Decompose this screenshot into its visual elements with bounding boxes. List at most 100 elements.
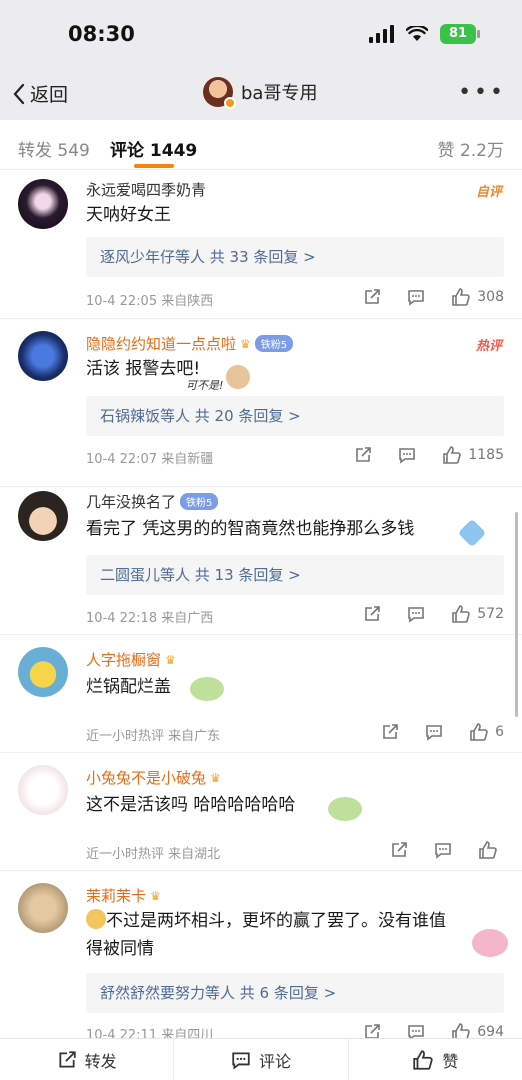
reply-summary-link[interactable]: 舒然舒然要努力等人 共 6 条回复 > xyxy=(86,973,504,1013)
like-button[interactable]: 308 xyxy=(451,287,504,307)
like-label: 赞 xyxy=(442,1051,459,1071)
hot-comment-tag: 热评 xyxy=(475,339,502,354)
comment-item: 茉莉茉卡 ♛ 不过是两坏相斗，更坏的赢了罢了。没有谁值 得被同情 舒然舒然要努力… xyxy=(0,871,522,1043)
username[interactable]: 隐隐约约知道一点点啦 ♛ 铁粉5 xyxy=(86,333,294,354)
share-button[interactable] xyxy=(363,605,381,623)
username[interactable]: 几年没换名了 铁粉5 xyxy=(86,491,219,512)
username[interactable]: 永远爱喝四季奶青 xyxy=(86,179,206,200)
doge-emoji xyxy=(86,909,106,929)
tab-like[interactable]: 赞 2.2万 xyxy=(438,136,504,161)
avatar[interactable] xyxy=(18,647,68,697)
repost-button[interactable]: 转发 xyxy=(0,1039,175,1080)
page-title: ba哥专用 xyxy=(241,83,318,104)
avatar[interactable] xyxy=(18,331,68,381)
comment-icon xyxy=(399,448,416,464)
reply-summary-link[interactable]: 逐风少年仔等人 共 33 条回复 > xyxy=(86,237,504,277)
crown-icon: ♛ xyxy=(150,888,161,903)
thumbs-up-icon xyxy=(479,841,497,859)
like-count: 572 xyxy=(477,606,504,622)
like-button[interactable]: 6 xyxy=(469,722,504,742)
crown-icon: ♛ xyxy=(240,336,251,351)
chevron-left-icon xyxy=(13,83,25,104)
reply-summary-link[interactable]: 二圆蛋儿等人 共 13 条回复 > xyxy=(86,555,504,595)
comment-item: 永远爱喝四季奶青 自评 天呐好女王 逐风少年仔等人 共 33 条回复 > 10-… xyxy=(0,171,522,319)
status-bar: 08:30 81 xyxy=(0,0,522,70)
share-button[interactable] xyxy=(381,723,399,741)
thumbs-up-icon xyxy=(470,723,488,741)
comment-text: 活该 报警去吧! xyxy=(86,359,201,379)
share-button[interactable] xyxy=(354,446,372,464)
comment-icon xyxy=(232,1051,250,1070)
comment-meta: 近一小时热评 来自广东 xyxy=(86,729,221,744)
comment-text: 烂锅配烂盖 xyxy=(86,677,171,697)
comment-actions: 572 xyxy=(363,604,504,624)
back-button[interactable]: 返回 xyxy=(12,80,68,107)
wifi-icon xyxy=(406,26,428,41)
tab-bar: 转发 549 评论 1449 赞 2.2万 xyxy=(0,120,522,170)
comment-text: 天呐好女王 xyxy=(86,205,171,225)
username[interactable]: 人字拖橱窗 ♛ xyxy=(86,649,176,670)
avatar[interactable] xyxy=(18,491,68,541)
comment-button[interactable]: 评论 xyxy=(174,1039,349,1080)
thumbs-up-icon xyxy=(452,605,471,623)
comment-actions xyxy=(390,840,504,860)
fan-badge: 铁粉5 xyxy=(254,335,294,352)
scrollbar[interactable] xyxy=(515,512,518,717)
avatar[interactable] xyxy=(18,765,68,815)
comment-text: 看完了 凭这男的的智商竟然也能挣那么多钱 xyxy=(86,519,415,539)
like-count: 308 xyxy=(477,289,504,305)
status-icons: 81 xyxy=(369,24,480,44)
self-comment-tag: 自评 xyxy=(475,185,502,200)
comment-item: 隐隐约约知道一点点啦 ♛ 铁粉5 热评 活该 报警去吧! 可不是! 石锅辣饭等人… xyxy=(0,319,522,487)
like-button[interactable]: 572 xyxy=(451,604,504,624)
comment-text: 这不是活该吗 哈哈哈哈哈哈 xyxy=(86,795,296,815)
avatar[interactable] xyxy=(18,883,68,933)
comment-meta: 近一小时热评 来自湖北 xyxy=(86,847,221,862)
share-button[interactable] xyxy=(363,288,381,306)
comment-label: 评论 xyxy=(258,1051,291,1071)
bottom-action-bar: 转发 评论 赞 xyxy=(0,1038,522,1080)
share-icon xyxy=(59,1050,76,1068)
share-icon xyxy=(365,606,381,621)
share-button[interactable] xyxy=(390,841,408,859)
username[interactable]: 茉莉茉卡 ♛ xyxy=(86,885,161,906)
comment-item: 人字拖橱窗 ♛ 烂锅配烂盖 近一小时热评 来自广东 6 xyxy=(0,635,522,753)
reply-button[interactable] xyxy=(425,723,443,741)
like-button[interactable]: 1185 xyxy=(442,445,504,465)
comment-icon xyxy=(408,290,425,306)
like-button[interactable] xyxy=(478,840,504,860)
thumbs-up-icon xyxy=(413,1049,433,1070)
like-count: 1185 xyxy=(468,447,504,463)
share-icon xyxy=(383,724,398,739)
reply-button[interactable] xyxy=(407,605,425,623)
repost-label: 转发 xyxy=(84,1051,117,1071)
comment-item: 几年没换名了 铁粉5 看完了 凭这男的的智商竟然也能挣那么多钱 二圆蛋儿等人 共… xyxy=(0,487,522,635)
more-options-icon[interactable]: ••• xyxy=(458,80,506,105)
avatar[interactable] xyxy=(18,179,68,229)
comment-actions: 1185 xyxy=(354,445,504,465)
sticker-caption: 可不是! xyxy=(186,379,224,392)
verified-badge-icon xyxy=(224,97,236,109)
tab-repost[interactable]: 转发 549 xyxy=(18,136,90,161)
reply-button[interactable] xyxy=(407,288,425,306)
reply-summary-link[interactable]: 石锅辣饭等人 共 20 条回复 > xyxy=(86,396,504,436)
comment-icon xyxy=(408,607,425,623)
reply-button[interactable] xyxy=(398,446,416,464)
nav-title[interactable]: ba哥专用 xyxy=(203,77,318,109)
active-tab-indicator xyxy=(134,164,174,168)
lotus-sticker xyxy=(472,929,508,957)
crown-icon: ♛ xyxy=(210,770,221,785)
sticker-emoji xyxy=(328,797,362,821)
nav-bar: 返回 ba哥专用 ••• xyxy=(0,70,522,120)
like-button[interactable]: 赞 xyxy=(349,1039,522,1080)
signal-icon xyxy=(369,25,394,43)
sticker-emoji xyxy=(226,365,250,389)
username[interactable]: 小兔兔不是小破兔 ♛ xyxy=(86,767,221,788)
thumbs-up-icon xyxy=(452,288,471,306)
comment-item: 小兔兔不是小破兔 ♛ 这不是活该吗 哈哈哈哈哈哈 近一小时热评 来自湖北 xyxy=(0,753,522,871)
thumbs-up-icon xyxy=(443,446,462,464)
comment-icon xyxy=(435,843,451,859)
tab-comment[interactable]: 评论 1449 xyxy=(110,136,197,161)
comment-text: 不过是两坏相斗，更坏的赢了罢了。没有谁值 xyxy=(86,907,506,936)
reply-button[interactable] xyxy=(434,841,452,859)
